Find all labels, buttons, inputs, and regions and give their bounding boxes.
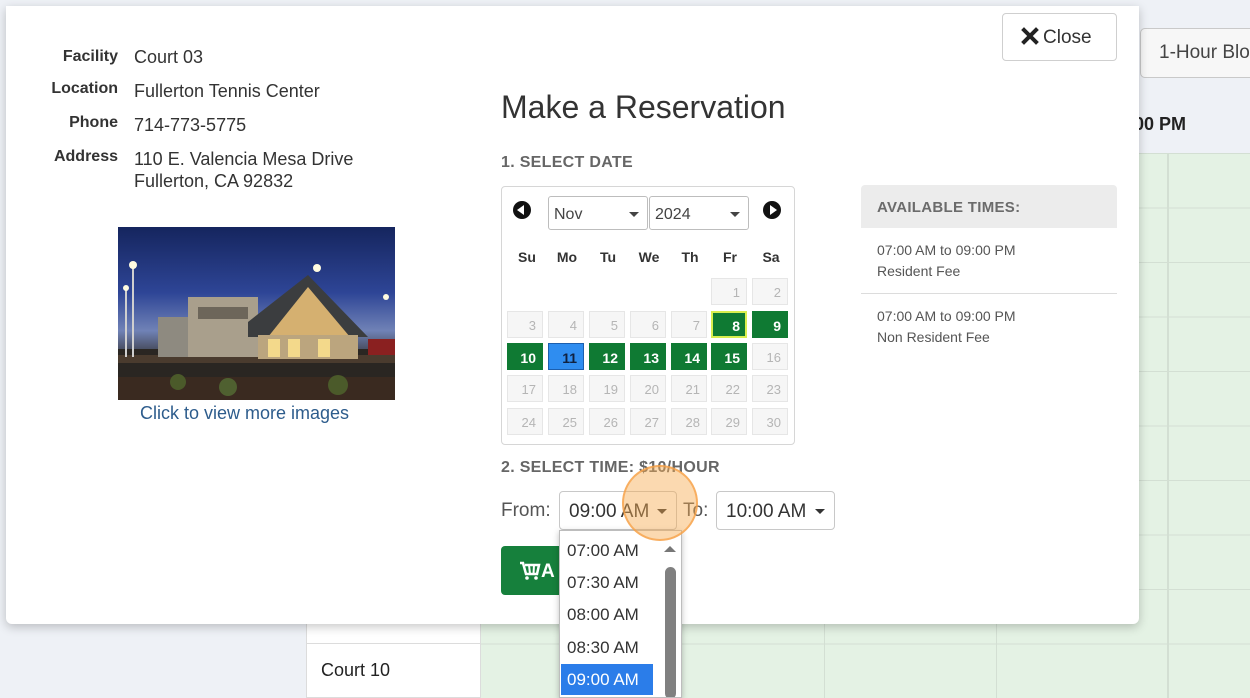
- calendar-day: 25: [548, 408, 584, 435]
- calendar-day: 1: [711, 278, 747, 305]
- calendar-day: 2: [752, 278, 788, 305]
- weekday-label: Tu: [599, 249, 617, 265]
- calendar-day: 5: [589, 311, 625, 338]
- year-select[interactable]: 2024: [649, 196, 749, 230]
- modal-title: Make a Reservation: [501, 89, 786, 125]
- month-select-value: Nov: [554, 206, 583, 223]
- chevron-down-icon: [629, 212, 639, 217]
- calendar-day: 29: [711, 408, 747, 435]
- from-time-select[interactable]: 09:00 AM: [559, 491, 677, 530]
- cart-icon: [520, 561, 541, 580]
- time-slot-fee: Resident Fee: [877, 263, 961, 279]
- calendar-day: 18: [548, 375, 584, 402]
- calendar-day[interactable]: 10: [507, 343, 543, 370]
- step-2-heading: 2. SELECT TIME: $10/HOUR: [501, 459, 720, 476]
- from-time-dropdown[interactable]: 07:00 AM 07:30 AM 08:00 AM 08:30 AM 09:0…: [559, 530, 682, 698]
- address-label: Address: [53, 148, 118, 165]
- calendar-day[interactable]: 11: [548, 343, 584, 370]
- calendar-day: 17: [507, 375, 543, 402]
- facility-photo-illustration: [118, 261, 395, 400]
- from-time-value: 09:00 AM: [569, 501, 650, 522]
- chevron-down-icon: [657, 509, 667, 514]
- calendar-day[interactable]: 9: [752, 311, 788, 338]
- calendar-day: 24: [507, 408, 543, 435]
- address-line-1: 110 E. Valencia Mesa Drive: [134, 149, 354, 169]
- date-picker: Nov 2024 Su Mo Tu We Th Fr Sa 1234567891…: [501, 186, 795, 445]
- weekday-label: Th: [681, 249, 699, 265]
- facility-value: Court 03: [134, 47, 204, 67]
- from-label: From:: [501, 500, 551, 521]
- available-time-slot: 07:00 AM to 09:00 PM Non Resident Fee: [861, 294, 1117, 359]
- to-label: To:: [683, 500, 709, 521]
- next-month-icon[interactable]: [763, 201, 781, 219]
- calendar-day: 6: [630, 311, 666, 338]
- calendar-day: 20: [630, 375, 666, 402]
- schedule-row-court-10: Court 10: [306, 643, 481, 698]
- address-line-2: Fullerton, CA 92832: [134, 171, 294, 191]
- calendar-day[interactable]: 13: [630, 343, 666, 370]
- add-button-label: A: [541, 561, 555, 582]
- calendar-day[interactable]: 14: [671, 343, 707, 370]
- view-more-images-link[interactable]: Click to view more images: [140, 403, 349, 424]
- time-option-selected[interactable]: 09:00 AM: [561, 664, 653, 695]
- time-option[interactable]: 07:00 AM: [561, 535, 653, 566]
- calendar-day: 28: [671, 408, 707, 435]
- calendar-day: 23: [752, 375, 788, 402]
- weekday-label: We: [638, 249, 660, 265]
- calendar-day: 26: [589, 408, 625, 435]
- year-select-value: 2024: [655, 206, 691, 223]
- calendar-day[interactable]: 12: [589, 343, 625, 370]
- calendar-day: 22: [711, 375, 747, 402]
- location-value: Fullerton Tennis Center: [134, 81, 320, 101]
- chevron-down-icon: [815, 509, 825, 514]
- schedule-divider: [1167, 153, 1168, 698]
- one-hour-block-button[interactable]: 1-Hour Blo: [1140, 28, 1250, 78]
- calendar-day: 7: [671, 311, 707, 338]
- calendar-day: 16: [752, 343, 788, 370]
- schedule-row-label: Court 10: [321, 660, 391, 680]
- dropdown-scrollbar-thumb[interactable]: [665, 567, 676, 697]
- calendar-day: 27: [630, 408, 666, 435]
- calendar-day: 19: [589, 375, 625, 402]
- time-slot-range: 07:00 AM to 09:00 PM: [877, 308, 1016, 324]
- phone-value: 714-773-5775: [134, 115, 247, 135]
- chevron-down-icon: [730, 212, 740, 217]
- month-select[interactable]: Nov: [548, 196, 648, 230]
- time-option[interactable]: 08:00 AM: [561, 599, 653, 630]
- step-1-heading: 1. SELECT DATE: [501, 154, 633, 171]
- time-slot-range: 07:00 AM to 09:00 PM: [877, 242, 1016, 258]
- time-option[interactable]: 07:30 AM: [561, 567, 653, 598]
- facility-label: Facility: [62, 48, 118, 65]
- calendar-day[interactable]: 8: [711, 311, 747, 338]
- location-label: Location: [51, 80, 118, 97]
- previous-month-icon[interactable]: [513, 201, 531, 219]
- weekday-label: Mo: [556, 249, 578, 265]
- available-times-heading: AVAILABLE TIMES:: [861, 185, 1117, 228]
- available-time-slot: 07:00 AM to 09:00 PM Resident Fee: [861, 228, 1117, 294]
- available-times-panel: AVAILABLE TIMES: 07:00 AM to 09:00 PM Re…: [861, 185, 1117, 359]
- calendar-day: 21: [671, 375, 707, 402]
- time-option[interactable]: 08:30 AM: [561, 632, 653, 663]
- time-slot-fee: Non Resident Fee: [877, 329, 990, 345]
- phone-label: Phone: [69, 114, 118, 131]
- calendar-day: 4: [548, 311, 584, 338]
- close-button-label: Close: [1043, 27, 1092, 48]
- scroll-up-icon[interactable]: [664, 546, 676, 552]
- calendar-day[interactable]: 15: [711, 343, 747, 370]
- to-time-value: 10:00 AM: [726, 501, 807, 522]
- close-button[interactable]: Close: [1002, 13, 1117, 61]
- weekday-label: Su: [518, 249, 536, 265]
- to-time-select[interactable]: 10:00 AM: [716, 491, 835, 530]
- close-icon: [1021, 27, 1039, 45]
- weekday-label: Fr: [723, 249, 737, 265]
- weekday-label: Sa: [762, 249, 780, 265]
- calendar-day: 30: [752, 408, 788, 435]
- calendar-day: 3: [507, 311, 543, 338]
- facility-photo[interactable]: [118, 227, 395, 400]
